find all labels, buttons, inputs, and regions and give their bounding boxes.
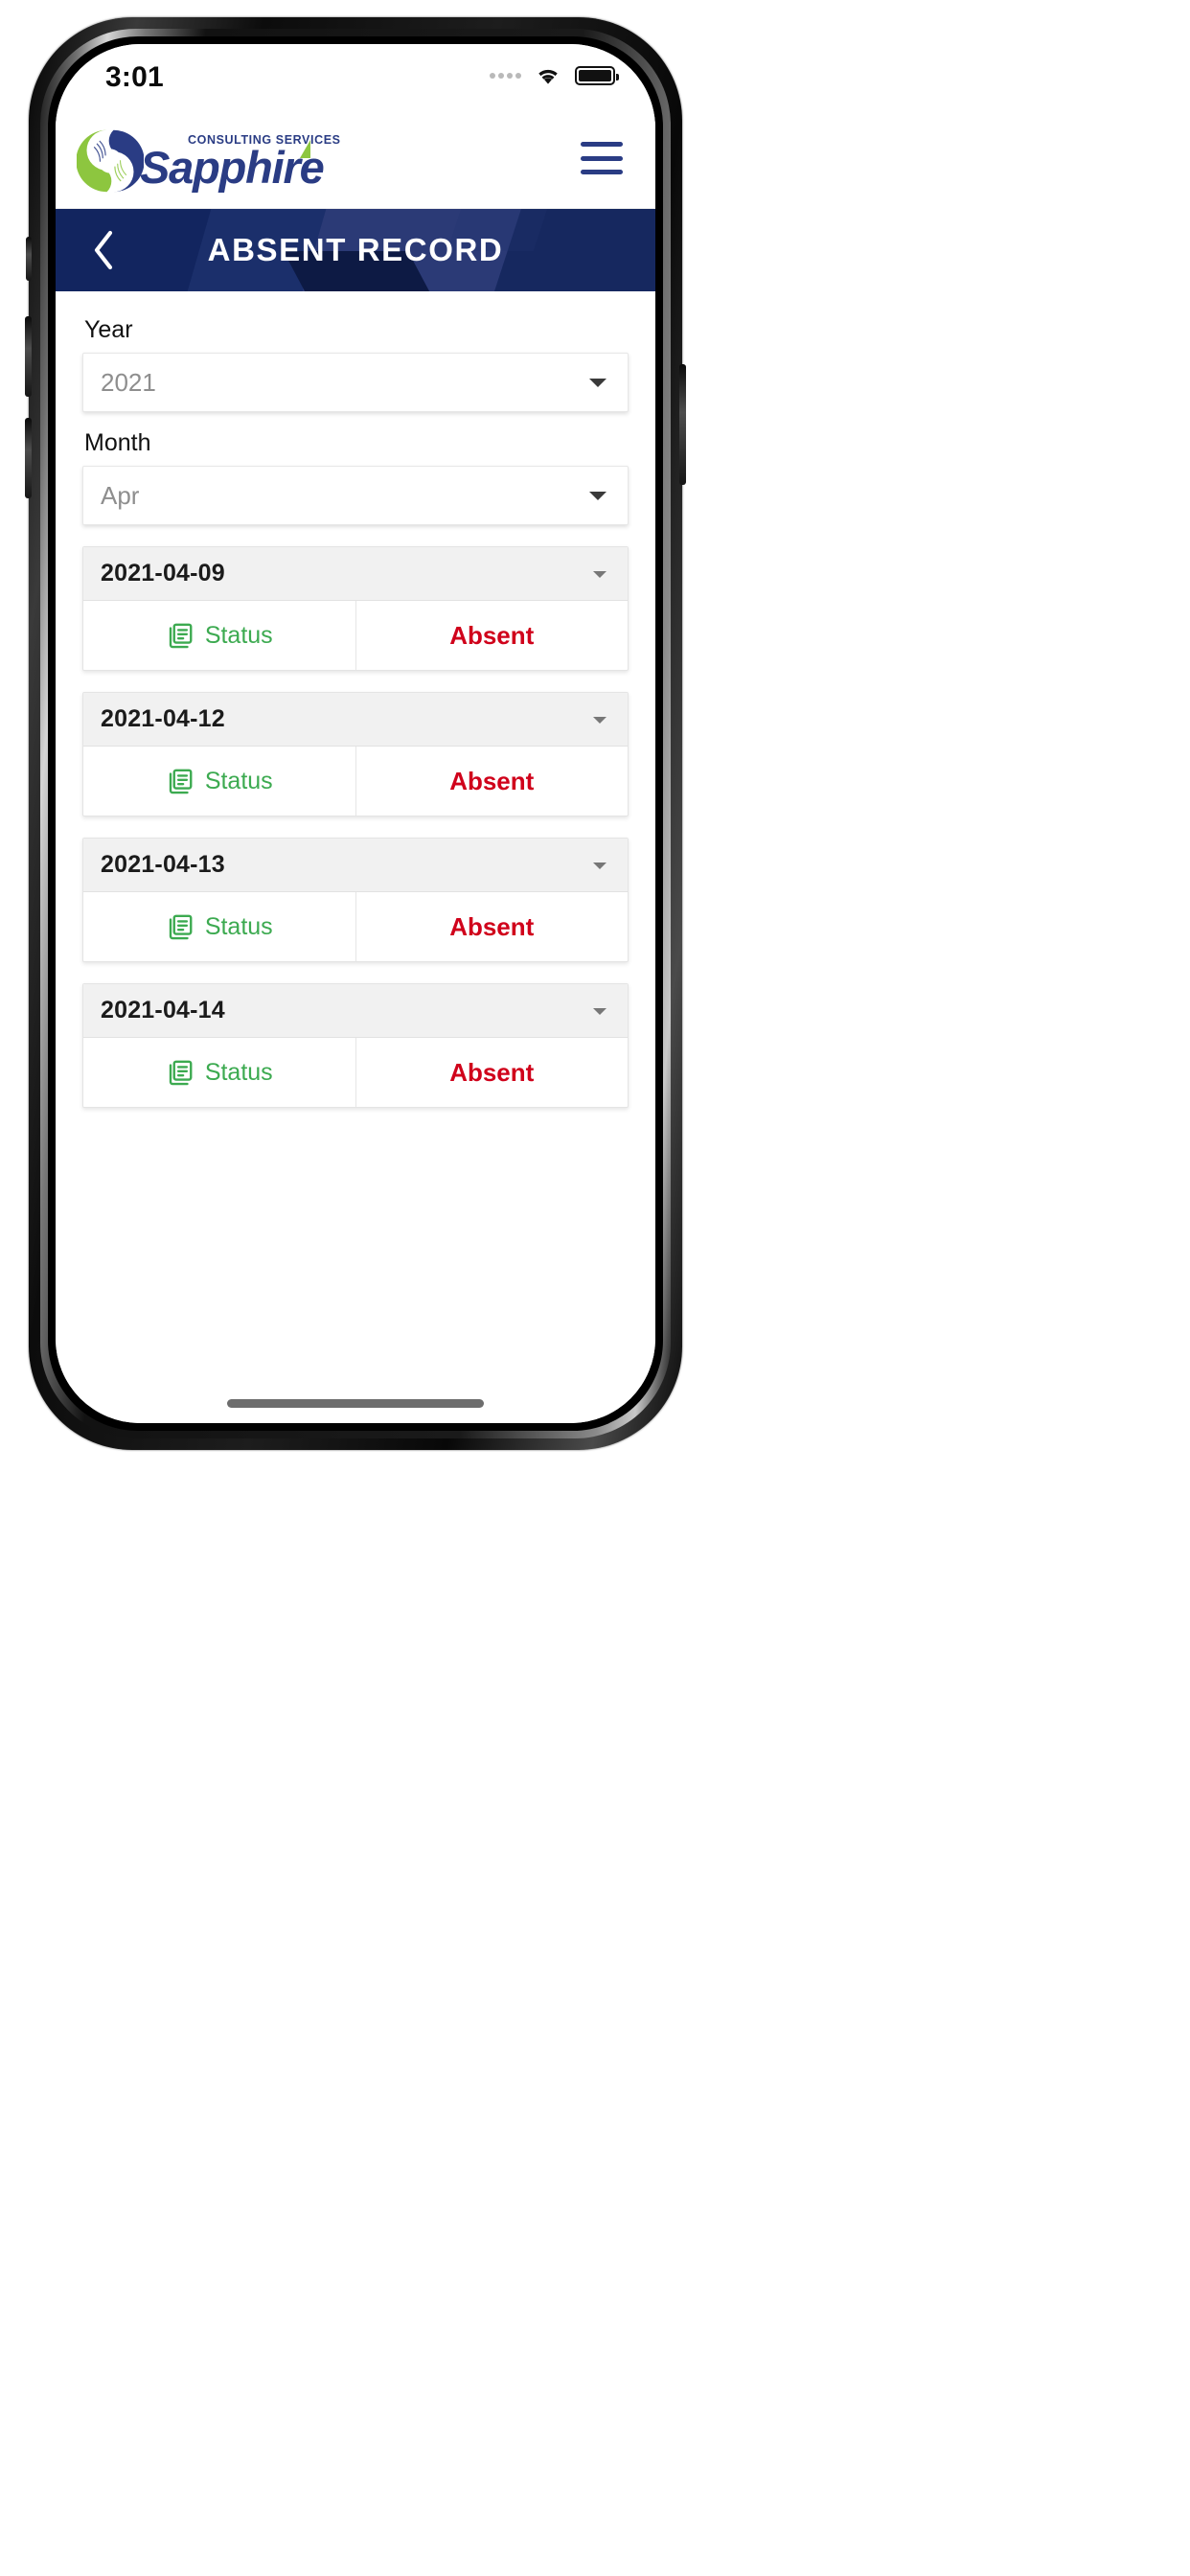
record-status-cell: Status bbox=[83, 747, 355, 816]
record-detail-row: Status Absent bbox=[83, 1038, 628, 1107]
record-date: 2021-04-14 bbox=[101, 997, 225, 1024]
document-list-icon bbox=[169, 623, 193, 649]
volume-down-button[interactable] bbox=[25, 418, 32, 498]
hamburger-menu-icon[interactable] bbox=[581, 142, 623, 174]
status-bar-icons bbox=[490, 65, 619, 86]
mute-switch[interactable] bbox=[26, 237, 32, 281]
chevron-down-icon bbox=[593, 862, 606, 869]
chevron-down-icon bbox=[593, 1007, 606, 1015]
document-list-icon bbox=[169, 1060, 193, 1086]
brand-name: Sapphire bbox=[140, 142, 325, 193]
status-bar-time: 3:01 bbox=[105, 61, 164, 93]
record-accordion-header[interactable]: 2021-04-09 bbox=[83, 547, 628, 601]
document-list-icon bbox=[169, 914, 193, 940]
record-status-label: Status bbox=[204, 912, 273, 940]
page-header: ABSENT RECORD bbox=[56, 209, 655, 291]
power-button[interactable] bbox=[679, 364, 686, 485]
record-status-value: Absent bbox=[449, 620, 535, 650]
record-detail-row: Status Absent bbox=[83, 601, 628, 670]
month-select-value: Apr bbox=[101, 480, 140, 510]
record-detail-row: Status Absent bbox=[83, 747, 628, 816]
document-list-icon bbox=[169, 769, 193, 794]
chevron-down-icon bbox=[589, 379, 606, 387]
record-value-cell: Absent bbox=[355, 601, 629, 670]
record-status-label: Status bbox=[204, 621, 273, 649]
record-status-value: Absent bbox=[449, 1057, 535, 1087]
record-date: 2021-04-09 bbox=[101, 560, 225, 586]
absent-record-card: 2021-04-13 Status Absent bbox=[82, 838, 629, 962]
absent-record-card: 2021-04-14 Status Absent bbox=[82, 983, 629, 1108]
page-content: Year 2021 Month Apr 2021-04-09 Status Ab… bbox=[56, 291, 655, 1423]
record-status-cell: Status bbox=[83, 1038, 355, 1107]
chevron-down-icon bbox=[593, 570, 606, 578]
chevron-down-icon bbox=[593, 716, 606, 724]
record-accordion-header[interactable]: 2021-04-14 bbox=[83, 984, 628, 1038]
record-status-value: Absent bbox=[449, 911, 535, 941]
phone-screen: 3:01 CONSULTING SERVICES Sapphire ABSENT… bbox=[56, 44, 655, 1423]
record-date: 2021-04-12 bbox=[101, 705, 225, 732]
year-select-value: 2021 bbox=[101, 367, 156, 397]
brand-green-accent-icon bbox=[299, 140, 310, 158]
record-value-cell: Absent bbox=[355, 1038, 629, 1107]
chevron-down-icon bbox=[589, 492, 606, 500]
absent-record-card: 2021-04-12 Status Absent bbox=[82, 692, 629, 816]
record-value-cell: Absent bbox=[355, 892, 629, 961]
page-title: ABSENT RECORD bbox=[207, 232, 504, 267]
chevron-left-icon bbox=[94, 230, 113, 270]
year-select[interactable]: 2021 bbox=[82, 353, 629, 412]
screenshot-canvas: 3:01 CONSULTING SERVICES Sapphire ABSENT… bbox=[0, 0, 1190, 2576]
record-accordion-header[interactable]: 2021-04-13 bbox=[83, 839, 628, 892]
record-status-cell: Status bbox=[83, 892, 355, 961]
signal-dots-icon bbox=[490, 73, 521, 79]
record-status-label: Status bbox=[204, 767, 273, 794]
record-status-label: Status bbox=[204, 1058, 273, 1086]
status-bar: 3:01 bbox=[56, 44, 655, 113]
record-status-value: Absent bbox=[449, 766, 535, 795]
app-bar: CONSULTING SERVICES Sapphire bbox=[56, 113, 655, 209]
record-detail-row: Status Absent bbox=[83, 892, 628, 961]
month-select[interactable]: Apr bbox=[82, 466, 629, 525]
brand-tagline: CONSULTING SERVICES bbox=[188, 133, 341, 147]
brand-logo[interactable]: CONSULTING SERVICES Sapphire bbox=[77, 127, 340, 195]
back-button[interactable] bbox=[73, 209, 134, 291]
month-field-label: Month bbox=[84, 429, 151, 456]
record-status-cell: Status bbox=[83, 601, 355, 670]
sapphire-swirl-logo-icon bbox=[77, 129, 144, 192]
home-indicator-bar[interactable] bbox=[227, 1399, 484, 1408]
brand-wordmark: CONSULTING SERVICES Sapphire bbox=[140, 131, 340, 193]
record-date: 2021-04-13 bbox=[101, 851, 225, 878]
record-accordion-header[interactable]: 2021-04-12 bbox=[83, 693, 628, 747]
wifi-icon bbox=[538, 69, 558, 84]
year-field-label: Year bbox=[84, 316, 133, 343]
absent-record-card: 2021-04-09 Status Absent bbox=[82, 546, 629, 671]
volume-up-button[interactable] bbox=[25, 316, 32, 397]
record-value-cell: Absent bbox=[355, 747, 629, 816]
battery-full-icon bbox=[575, 66, 619, 85]
